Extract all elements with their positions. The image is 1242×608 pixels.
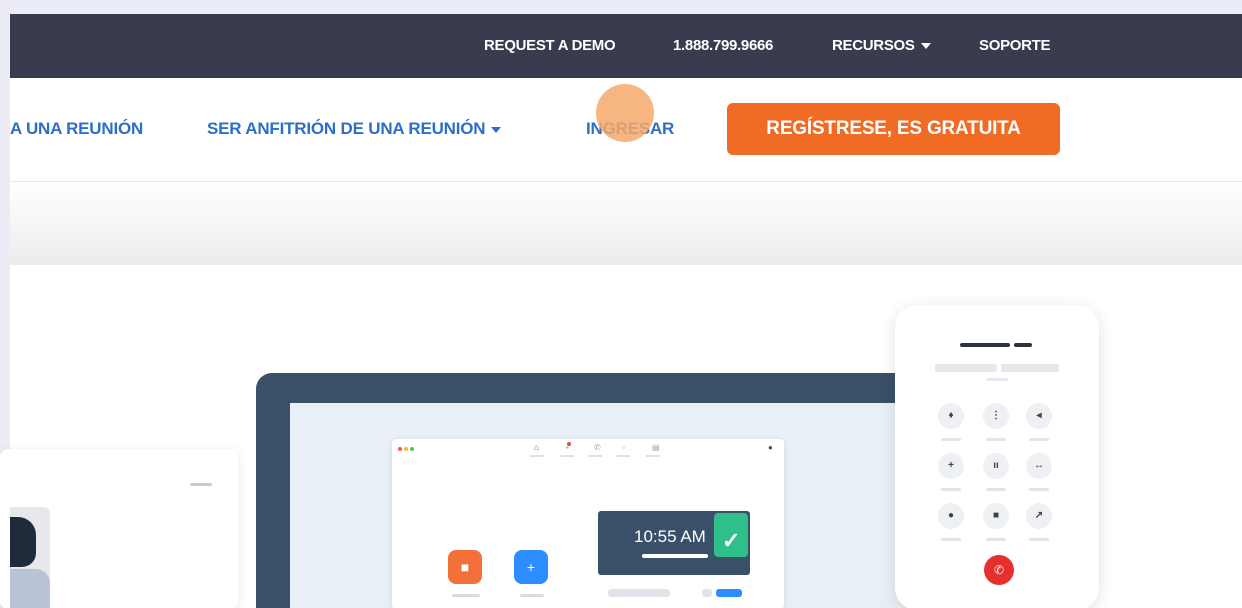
- button-label-stub: [452, 594, 480, 597]
- video-camera-icon: ■: [448, 550, 482, 584]
- meetings-icon: ▫: [622, 443, 625, 452]
- phone-number-stub: [1014, 343, 1032, 347]
- profile-icon: ●: [768, 443, 773, 452]
- schedule-stub: [702, 589, 712, 597]
- key-label-stub: [1029, 438, 1049, 441]
- page-band: [10, 183, 1242, 265]
- pause-icon: ıı: [983, 453, 1009, 479]
- plus-icon: +: [514, 550, 548, 584]
- record-icon: ●: [938, 503, 964, 529]
- top-utility-bar: REQUEST A DEMO 1.888.799.9666 RECURSOS S…: [10, 14, 1242, 78]
- tab-underline: [588, 455, 602, 457]
- clock-underline: [642, 554, 708, 558]
- key-label-stub: [1029, 488, 1049, 491]
- schedule-stub: [716, 589, 742, 597]
- resources-label: RECURSOS: [832, 37, 915, 54]
- tab-underline: [616, 455, 630, 457]
- close-dot-icon: [398, 447, 402, 451]
- maximize-dot-icon: [410, 447, 414, 451]
- chat-icon: ▪: [566, 442, 571, 452]
- key-label-stub: [1029, 538, 1049, 541]
- caret-down-icon: [491, 126, 502, 133]
- card-time-stub: [190, 483, 212, 486]
- speaker-icon: ◂: [1026, 403, 1052, 429]
- microphone-icon: ♦: [938, 403, 964, 429]
- signup-button[interactable]: REGÍSTRESE, ES GRATUITA: [727, 103, 1060, 155]
- keypad-icon: ⋮: [983, 403, 1009, 429]
- host-meeting-label: SER ANFITRIÓN DE UNA REUNIÓN: [207, 119, 486, 138]
- phone-name-stub: [935, 364, 997, 372]
- tab-underline: [560, 455, 574, 457]
- join-meeting-link[interactable]: A UNA REUNIÓN: [10, 78, 143, 182]
- caret-down-icon: [920, 43, 931, 50]
- home-icon: ⌂: [534, 443, 539, 452]
- tab-underline: [530, 455, 544, 457]
- click-indicator: [596, 84, 654, 142]
- window-controls: [398, 447, 416, 451]
- hang-up-icon: ✆: [984, 555, 1014, 585]
- support-link[interactable]: SOPORTE: [979, 14, 1051, 78]
- key-label-stub: [941, 488, 961, 491]
- phone-number-stub: [960, 343, 1010, 347]
- phone-number-link[interactable]: 1.888.799.9666: [673, 14, 773, 78]
- add-call-icon: +: [938, 453, 964, 479]
- phone-icon: ✆: [594, 443, 601, 452]
- transfer-icon: ↗: [1026, 503, 1052, 529]
- minimize-dot-icon: [404, 447, 408, 451]
- avatar-body: [10, 569, 50, 608]
- contacts-icon: ▤: [652, 443, 660, 452]
- host-meeting-menu[interactable]: SER ANFITRIÓN DE UNA REUNIÓN: [207, 78, 502, 182]
- key-label-stub: [941, 438, 961, 441]
- request-demo-link[interactable]: REQUEST A DEMO: [484, 14, 616, 78]
- tab-underline: [646, 455, 660, 457]
- key-label-stub: [986, 438, 1006, 441]
- schedule-stub: [608, 589, 670, 597]
- phone-status-stub: [986, 378, 1008, 381]
- key-label-stub: [986, 488, 1006, 491]
- button-label-stub: [520, 594, 544, 597]
- video-icon: ■: [983, 503, 1009, 529]
- clock-time: 10:55 AM: [634, 527, 706, 546]
- avatar-hair: [10, 517, 36, 567]
- phone-name-stub: [1001, 364, 1059, 372]
- key-label-stub: [941, 538, 961, 541]
- resources-menu[interactable]: RECURSOS: [832, 14, 931, 78]
- merge-icon: ↔: [1026, 453, 1052, 479]
- avatar: [10, 507, 50, 608]
- leaf-icon: ✓: [722, 528, 741, 553]
- key-label-stub: [986, 538, 1006, 541]
